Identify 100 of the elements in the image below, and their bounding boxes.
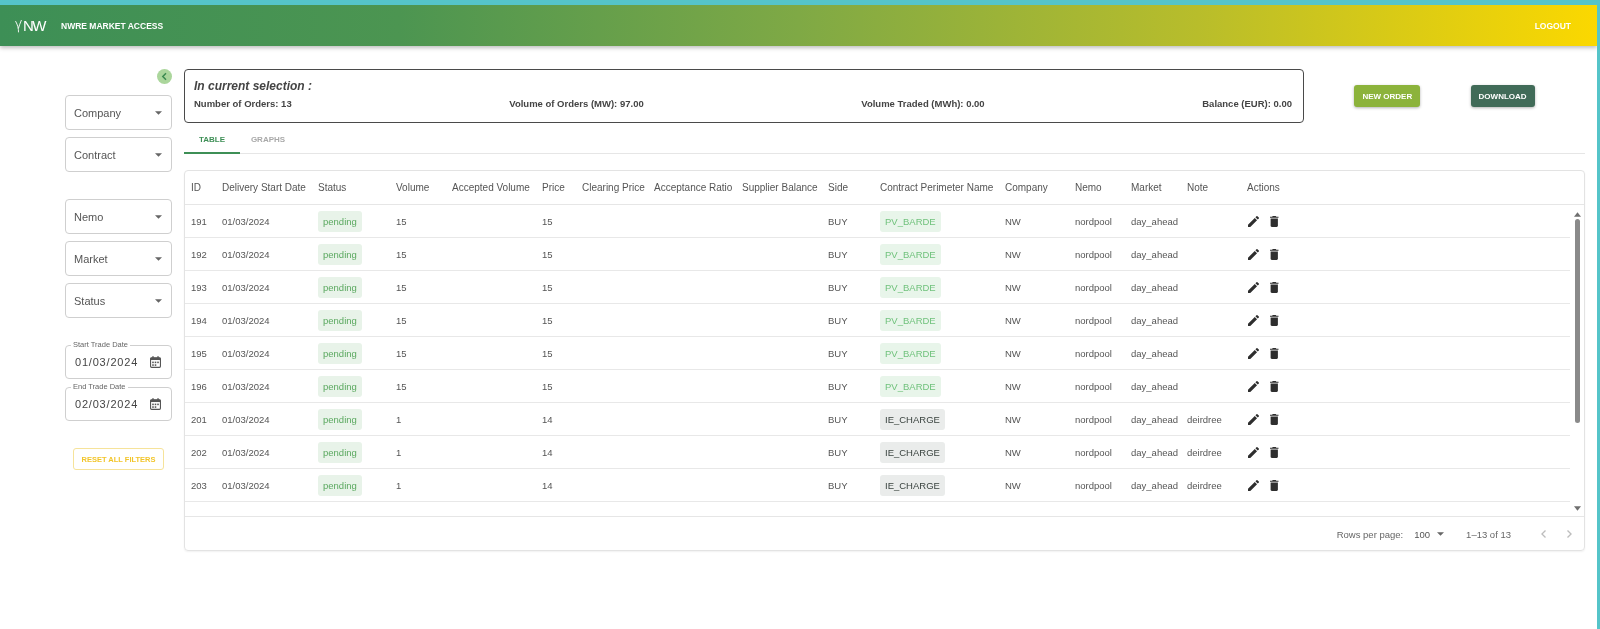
caret-icon <box>155 152 162 157</box>
column-header: Status <box>318 182 348 193</box>
column-header: Acceptance Ratio <box>654 182 734 193</box>
column-header: ID <box>191 182 202 193</box>
table-cell: 01/03/2024 <box>222 281 270 293</box>
column-header: Side <box>828 182 849 193</box>
select-field[interactable]: Company <box>65 95 172 130</box>
column-header: Price <box>542 182 566 193</box>
table-cell: 1 <box>396 446 402 458</box>
select-field[interactable]: Market <box>65 241 172 276</box>
status-tag: pending <box>318 342 362 364</box>
pencil-icon[interactable] <box>1248 380 1259 392</box>
table-cell: NW <box>1005 479 1021 491</box>
pencil-icon[interactable] <box>1248 314 1259 326</box>
table-cell: nordpool <box>1075 248 1112 260</box>
column-header: Clearing Price <box>582 182 646 193</box>
table-cell: 1 <box>396 479 402 491</box>
calendar-icon[interactable] <box>150 356 161 368</box>
rows-per-page-select[interactable]: 100 <box>1414 528 1445 540</box>
table-cell: day_ahead <box>1131 215 1179 227</box>
table-cell: 15 <box>396 215 407 227</box>
trash-icon[interactable] <box>1270 446 1279 458</box>
caret-icon <box>155 214 162 219</box>
table-cell: deirdree <box>1187 479 1222 491</box>
table-cell: 15 <box>396 347 407 359</box>
contract-tag: PV_BARDE <box>880 342 941 364</box>
table-cell: 01/03/2024 <box>222 215 270 227</box>
trash-icon[interactable] <box>1270 248 1279 260</box>
table-cell: NW <box>1005 281 1021 293</box>
summary-stat: Number of Orders: 13 <box>194 98 292 109</box>
table-cell: 191 <box>191 215 207 227</box>
table-cell: day_ahead <box>1131 347 1179 359</box>
table-cell: nordpool <box>1075 446 1112 458</box>
table-cell: 01/03/2024 <box>222 479 270 491</box>
table-cell: BUY <box>828 446 848 458</box>
status-tag: pending <box>318 243 362 265</box>
table-cell: day_ahead <box>1131 413 1179 425</box>
select-field[interactable]: Contract <box>65 137 172 172</box>
table-cell: 196 <box>191 380 207 392</box>
contract-tag: IE_CHARGE <box>880 441 945 463</box>
pencil-icon[interactable] <box>1248 281 1259 293</box>
sprout-icon <box>15 18 22 33</box>
trash-icon[interactable] <box>1270 479 1279 491</box>
table-cell: nordpool <box>1075 347 1112 359</box>
table-cell: day_ahead <box>1131 479 1179 491</box>
status-tag: pending <box>318 375 362 397</box>
trash-icon[interactable] <box>1270 215 1279 227</box>
pencil-icon[interactable] <box>1248 347 1259 359</box>
pencil-icon[interactable] <box>1248 479 1259 491</box>
table-cell: 15 <box>396 380 407 392</box>
scroll-up-icon[interactable] <box>1573 212 1581 217</box>
table-cell: nordpool <box>1075 413 1112 425</box>
table-cell: NW <box>1005 215 1021 227</box>
scroll-down-icon[interactable] <box>1573 506 1581 511</box>
app-title: NWRE MARKET ACCESS <box>61 20 164 31</box>
table-cell: 15 <box>542 380 553 392</box>
trash-icon[interactable] <box>1270 347 1279 359</box>
pencil-icon[interactable] <box>1248 248 1259 260</box>
table-cell: deirdree <box>1187 413 1222 425</box>
column-header: Actions <box>1247 182 1281 193</box>
trash-icon[interactable] <box>1270 413 1279 425</box>
caret-icon <box>155 298 162 303</box>
table-cell: NW <box>1005 347 1021 359</box>
column-header: Supplier Balance <box>742 182 819 193</box>
pencil-icon[interactable] <box>1248 215 1259 227</box>
trash-icon[interactable] <box>1270 314 1279 326</box>
summary-stat: Volume of Orders (MW): 97.00 <box>509 98 644 109</box>
table-cell: 15 <box>396 248 407 260</box>
status-tag: pending <box>318 309 362 331</box>
table-cell: NW <box>1005 446 1021 458</box>
summary-stat: Volume Traded (MWh): 0.00 <box>861 98 985 109</box>
trash-icon[interactable] <box>1270 281 1279 293</box>
chevron-left-icon[interactable] <box>157 69 172 84</box>
table-cell: 192 <box>191 248 207 260</box>
download-button[interactable]: DOWNLOAD <box>1470 85 1535 107</box>
tab[interactable]: TABLE <box>184 127 240 154</box>
select-field[interactable]: Nemo <box>65 199 172 234</box>
table-cell: 1 <box>396 413 402 425</box>
table-cell: 01/03/2024 <box>222 446 270 458</box>
table-cell: BUY <box>828 347 848 359</box>
select-field[interactable]: Status <box>65 283 172 318</box>
column-header: Nemo <box>1075 182 1103 193</box>
status-tag: pending <box>318 210 362 232</box>
table-cell: nordpool <box>1075 281 1112 293</box>
contract-tag: PV_BARDE <box>880 375 941 397</box>
calendar-icon[interactable] <box>150 398 161 410</box>
pencil-icon[interactable] <box>1248 446 1259 458</box>
table-cell: BUY <box>828 281 848 293</box>
table-cell: 01/03/2024 <box>222 314 270 326</box>
column-header: Note <box>1187 182 1210 193</box>
status-tag: pending <box>318 474 362 496</box>
status-tag: pending <box>318 408 362 430</box>
scrollbar-thumb[interactable] <box>1574 219 1580 423</box>
rows-per-page-label: Rows per page: <box>1336 528 1404 540</box>
table-cell: deirdree <box>1187 446 1222 458</box>
trash-icon[interactable] <box>1270 380 1279 392</box>
status-tag: pending <box>318 276 362 298</box>
table-cell: nordpool <box>1075 479 1112 491</box>
pencil-icon[interactable] <box>1248 413 1259 425</box>
column-header: Volume <box>396 182 431 193</box>
